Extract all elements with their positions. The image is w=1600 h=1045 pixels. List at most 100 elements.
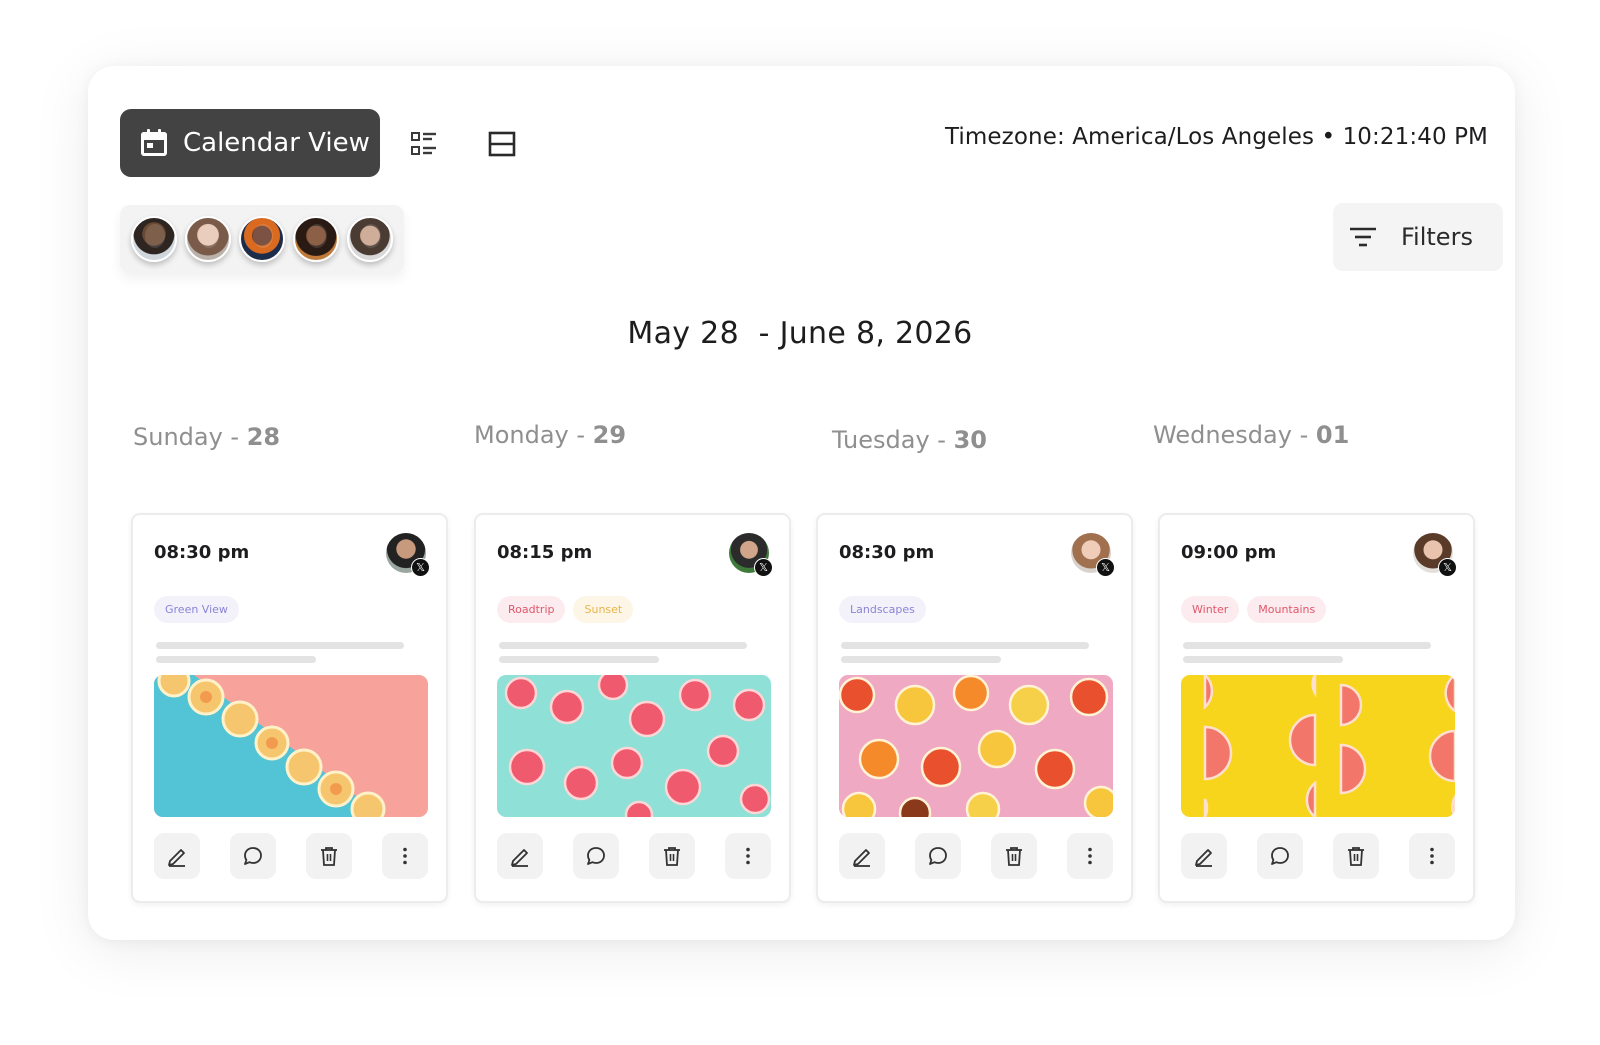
- x-logo-icon: 𝕏: [1096, 558, 1115, 577]
- comment-icon: [244, 847, 262, 865]
- post-actions: [154, 833, 428, 879]
- comment-button[interactable]: [230, 833, 276, 879]
- day-number: 29: [592, 421, 627, 449]
- avatar[interactable]: [185, 216, 231, 262]
- post-tags: Landscapes: [839, 596, 926, 623]
- comment-icon: [587, 847, 605, 865]
- trash-icon: [664, 847, 680, 866]
- edit-button[interactable]: [154, 833, 200, 879]
- post-actions: [497, 833, 771, 879]
- post-tags: Roadtrip Sunset: [497, 596, 634, 623]
- post-image[interactable]: [1181, 675, 1455, 817]
- post-tags: Green View: [154, 596, 239, 623]
- trash-icon: [321, 847, 337, 866]
- post-image[interactable]: [839, 675, 1113, 817]
- day-number: 01: [1315, 421, 1350, 449]
- calendar-view-label: Calendar View: [183, 128, 370, 158]
- caption-placeholder: [841, 642, 1089, 649]
- calendar-view-button[interactable]: Calendar View: [120, 109, 380, 177]
- post-author-avatar[interactable]: 𝕏: [1071, 533, 1115, 577]
- tag-sunset[interactable]: Sunset: [573, 596, 634, 623]
- tag-winter[interactable]: Winter: [1181, 596, 1240, 623]
- filters-label: Filters: [1401, 223, 1473, 251]
- comment-button[interactable]: [1257, 833, 1303, 879]
- caption-placeholder: [1183, 656, 1343, 663]
- calendar-icon: [141, 129, 167, 156]
- split-view-icon: [488, 131, 516, 157]
- tag-green-view[interactable]: Green View: [154, 596, 239, 623]
- more-vertical-icon: [746, 847, 750, 865]
- more-button[interactable]: [382, 833, 428, 879]
- day-number: 30: [953, 426, 987, 454]
- comment-icon: [1271, 847, 1289, 865]
- post-card[interactable]: 08:15 pm 𝕏 Roadtrip Sunset: [474, 513, 791, 903]
- post-image[interactable]: [154, 675, 428, 817]
- pencil-icon: [511, 849, 528, 867]
- caption-placeholder: [499, 656, 659, 663]
- post-actions: [1181, 833, 1455, 879]
- caption-placeholder: [1183, 642, 1431, 649]
- tag-landscapes[interactable]: Landscapes: [839, 596, 926, 623]
- edit-button[interactable]: [497, 833, 543, 879]
- edit-button[interactable]: [1181, 833, 1227, 879]
- post-time: 09:00 pm: [1181, 542, 1277, 563]
- post-tags: Winter Mountains: [1181, 596, 1327, 623]
- post-author-avatar[interactable]: 𝕏: [729, 533, 773, 577]
- day-name: Monday -: [474, 421, 593, 449]
- day-heading-tuesday: Tuesday - 30: [832, 426, 987, 454]
- edit-button[interactable]: [839, 833, 885, 879]
- avatar[interactable]: [239, 216, 285, 262]
- timezone-clock: Timezone: America/Los Angeles • 10:21:40…: [944, 124, 1488, 150]
- caption-placeholder: [156, 642, 404, 649]
- tag-roadtrip[interactable]: Roadtrip: [497, 596, 566, 623]
- avatar[interactable]: [293, 216, 339, 262]
- tag-mountains[interactable]: Mountains: [1247, 596, 1327, 623]
- day-name: Wednesday -: [1153, 421, 1316, 449]
- post-card[interactable]: 09:00 pm 𝕏 Winter Mountains: [1158, 513, 1475, 903]
- pencil-icon: [853, 849, 870, 867]
- x-logo-icon: 𝕏: [754, 558, 773, 577]
- grapefruit-slices-image: [497, 675, 771, 817]
- day-name: Sunday -: [133, 423, 247, 451]
- day-heading-sunday: Sunday - 28: [133, 423, 280, 451]
- comment-icon: [929, 847, 947, 865]
- more-vertical-icon: [1430, 847, 1434, 865]
- comment-button[interactable]: [915, 833, 961, 879]
- trash-icon: [1006, 847, 1022, 866]
- day-heading-wednesday: Wednesday - 01: [1153, 421, 1349, 449]
- day-number: 28: [246, 423, 281, 451]
- more-button[interactable]: [1067, 833, 1113, 879]
- delete-button[interactable]: [1333, 833, 1379, 879]
- post-author-avatar[interactable]: 𝕏: [386, 533, 430, 577]
- date-range-title: May 28 - June 8, 2026: [627, 316, 973, 351]
- delete-button[interactable]: [306, 833, 352, 879]
- avatar[interactable]: [347, 216, 393, 262]
- avatar[interactable]: [131, 216, 177, 262]
- post-image[interactable]: [497, 675, 771, 817]
- post-author-avatar[interactable]: 𝕏: [1413, 533, 1457, 577]
- delete-button[interactable]: [649, 833, 695, 879]
- more-vertical-icon: [1088, 847, 1092, 865]
- filter-icon: [1350, 227, 1376, 247]
- more-button[interactable]: [1409, 833, 1455, 879]
- post-card[interactable]: 08:30 pm 𝕏 Green View: [131, 513, 448, 903]
- day-heading-monday: Monday - 29: [474, 421, 626, 449]
- more-button[interactable]: [725, 833, 771, 879]
- citrus-diagonal-image: [154, 675, 428, 817]
- delete-button[interactable]: [991, 833, 1037, 879]
- more-vertical-icon: [403, 847, 407, 865]
- comment-button[interactable]: [573, 833, 619, 879]
- day-name: Tuesday -: [832, 426, 954, 454]
- grapefruit-halves-image: [1181, 675, 1455, 817]
- filters-button[interactable]: Filters: [1333, 203, 1503, 271]
- x-logo-icon: 𝕏: [411, 558, 430, 577]
- list-view-icon: [411, 132, 436, 155]
- team-avatars: [120, 205, 404, 273]
- caption-placeholder: [156, 656, 316, 663]
- post-card[interactable]: 08:30 pm 𝕏 Landscapes: [816, 513, 1133, 903]
- split-view-button[interactable]: [482, 124, 522, 164]
- caption-placeholder: [841, 656, 1001, 663]
- post-actions: [839, 833, 1113, 879]
- pencil-icon: [168, 849, 185, 867]
- list-view-button[interactable]: [404, 124, 444, 164]
